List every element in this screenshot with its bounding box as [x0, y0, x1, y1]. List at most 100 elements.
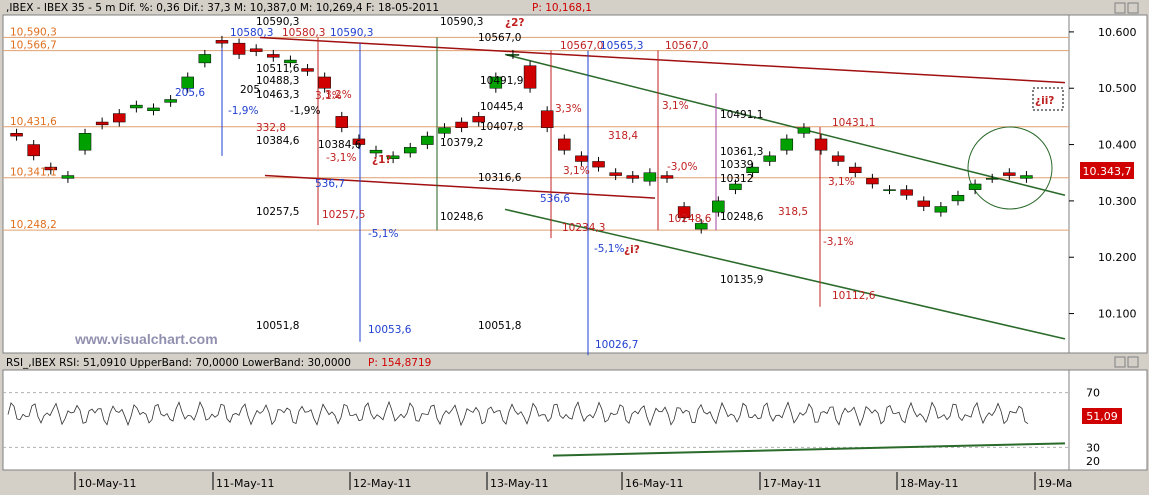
candle-body — [164, 99, 177, 103]
candle-body — [523, 65, 537, 89]
price-tick-label: 10.300 — [1098, 195, 1137, 208]
rsi-tick-label: 70 — [1086, 387, 1100, 400]
candle-body — [198, 54, 212, 64]
candle-body — [609, 172, 622, 176]
annotation: 10567,0 — [560, 40, 603, 52]
annotation: 10112,6 — [832, 290, 876, 302]
candle-body — [147, 107, 160, 112]
annotation: 10248,6 — [440, 211, 484, 223]
candle-body — [130, 104, 143, 109]
candle-body — [1020, 175, 1033, 179]
annotation: 10312 — [720, 173, 753, 185]
candle-body — [951, 195, 965, 202]
annotation: 3,1% — [563, 165, 590, 177]
candle-body — [968, 183, 982, 190]
annotation: 10026,7 — [595, 339, 638, 351]
time-tick-label: 17-May-11 — [763, 477, 821, 490]
time-tick-label: 12-May-11 — [353, 477, 411, 490]
candle-body — [249, 48, 263, 52]
price-tick-label: 10.100 — [1098, 308, 1137, 321]
annotation: 10580,3 — [282, 27, 325, 39]
candle-body — [301, 68, 314, 72]
last-price-text: 10.343,7 — [1083, 165, 1132, 178]
candle-body — [934, 206, 948, 213]
main-header-p: P: 10,168,1 — [532, 2, 592, 14]
annotation: ¿2? — [505, 17, 525, 29]
rsi-close-button[interactable] — [1127, 356, 1139, 368]
main-header-text: ,IBEX - IBEX 35 - 5 m Dif. %: 0,36 Dif.:… — [6, 2, 439, 14]
annotation: 10384,6 — [318, 139, 362, 151]
annotation: 10135,9 — [720, 274, 763, 286]
time-tick-label: 11-May-11 — [216, 477, 274, 490]
annotation: 10361,3 — [720, 146, 763, 158]
candle-body — [849, 166, 862, 173]
candle-body — [404, 147, 417, 154]
candle-body — [27, 144, 40, 157]
candle-body — [814, 138, 828, 151]
candle-body — [232, 42, 246, 55]
annotation: 10257,5 — [256, 206, 299, 218]
annotation: 3,1% — [828, 176, 855, 188]
annotation: 10053,6 — [368, 324, 412, 336]
candle-body — [318, 76, 331, 89]
level-label: 10,341,1 — [10, 167, 57, 179]
candle-body — [883, 189, 896, 191]
candle-body — [660, 175, 674, 179]
rsi-minimize-button[interactable] — [1114, 356, 1126, 368]
annotation: ¿i? — [624, 244, 640, 256]
candle-body — [61, 175, 75, 179]
annotation: 205 — [240, 84, 260, 96]
annotation: 10488,3 — [256, 75, 299, 87]
annotation: -5,1% — [594, 243, 624, 255]
time-tick-label: 18-May-11 — [900, 477, 958, 490]
candle-body — [831, 155, 845, 162]
annotation: 10257,5 — [322, 209, 365, 221]
annotation: 10567,0 — [665, 40, 708, 52]
annotation: 10580,3 — [230, 27, 273, 39]
candle-body — [95, 121, 109, 126]
annotation: 536,7 — [315, 178, 345, 190]
annotation: 10565,3 — [600, 40, 643, 52]
price-tick-label: 10.200 — [1098, 251, 1137, 264]
annotation: -1,9% — [228, 105, 258, 117]
candle-body — [438, 127, 451, 134]
annotation: 10384,6 — [256, 135, 300, 147]
candle-body — [335, 116, 349, 128]
annotation: -3,1% — [326, 152, 356, 164]
candle-body — [421, 135, 434, 145]
candle-body — [455, 121, 468, 128]
annotation: 3,1% — [662, 100, 689, 112]
annotation: 10491,1 — [720, 109, 763, 121]
level-label: 10,566,7 — [10, 40, 57, 52]
chart-canvas: ,IBEX - IBEX 35 - 5 m Dif. %: 0,36 Dif.:… — [2, 2, 1148, 494]
candle-body — [592, 161, 605, 168]
price-tick-label: 10.600 — [1098, 26, 1137, 39]
annotation: 10445,4 — [480, 101, 524, 113]
annotation: 10590,3 — [330, 27, 373, 39]
candle-body — [540, 110, 554, 128]
annotation: 10463,3 — [256, 89, 299, 101]
candle-body — [797, 127, 811, 134]
minimize-button[interactable] — [1114, 2, 1126, 14]
candle-body — [917, 200, 930, 207]
time-tick-label: 19-Ma — [1038, 477, 1072, 490]
rsi-header-p: P: 154,8719 — [368, 357, 431, 369]
close-button[interactable] — [1127, 2, 1139, 14]
annotation: 10051,8 — [256, 320, 299, 332]
level-label: 10,590,3 — [10, 26, 57, 38]
annotation: ¿ii? — [1035, 95, 1054, 107]
candle-body — [626, 175, 639, 179]
annotation: 536,6 — [540, 193, 570, 205]
annotation: 10316,6 — [478, 172, 522, 184]
annotation: 10379,2 — [440, 137, 483, 149]
annotation: 10491,9 — [480, 75, 523, 87]
candle-body — [113, 113, 126, 123]
annotation: 10234,3 — [562, 222, 605, 234]
annotation: -3,0% — [667, 161, 697, 173]
candle-body — [506, 54, 520, 56]
candle-body — [900, 189, 913, 196]
annotation: 318,5 — [778, 206, 808, 218]
level-label: 10,431,6 — [10, 116, 57, 128]
candle-body — [369, 149, 383, 154]
rsi-tick-label: 30 — [1086, 441, 1100, 454]
